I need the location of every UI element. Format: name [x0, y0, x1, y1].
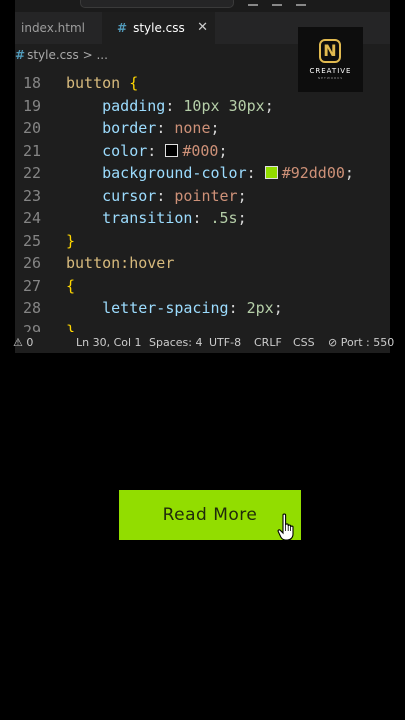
line-content: letter-spacing: 2px;	[66, 297, 283, 319]
code-line: 22 background-color: #92dd00;	[15, 162, 390, 184]
layout-control-icon[interactable]	[296, 0, 306, 6]
layout-control-icon[interactable]	[248, 0, 258, 6]
creative-networks-logo: N CREATIVE NETWORKS	[298, 27, 363, 92]
css-property: letter-spacing	[102, 299, 229, 317]
indentation[interactable]: Spaces: 4	[149, 332, 202, 353]
css-property: border	[102, 119, 157, 137]
line-content: {	[66, 275, 75, 297]
code-line: 27 {	[15, 275, 390, 297]
tab-index-html[interactable]: index.html	[15, 12, 103, 44]
code-line: 28 letter-spacing: 2px;	[15, 297, 390, 319]
hand-pointer-icon	[277, 513, 294, 541]
colon: :	[165, 96, 184, 115]
tab-style-css[interactable]: # style.css ✕	[103, 12, 215, 44]
css-value: 10px	[183, 96, 220, 115]
css-file-icon: #	[15, 48, 26, 62]
line-number: 28	[22, 299, 41, 317]
line-content: background-color: #92dd00;	[66, 162, 354, 184]
line-content: transition: .5s;	[66, 207, 247, 229]
close-brace: }	[66, 231, 76, 250]
breadcrumb-rest[interactable]: > ...	[83, 48, 108, 62]
css-property: transition	[102, 209, 193, 227]
code-line: 20 border: none;	[15, 117, 390, 139]
colon: :	[147, 141, 166, 160]
semicolon: ;	[237, 209, 247, 227]
line-number: 24	[22, 209, 41, 227]
end-of-line[interactable]: CRLF	[254, 332, 282, 353]
cursor-position[interactable]: Ln 30, Col 1	[76, 332, 142, 353]
colon: :	[156, 186, 175, 205]
css-property: background-color	[102, 164, 247, 182]
code-line: 24 transition: .5s;	[15, 207, 390, 229]
logo-word: CREATIVE	[309, 67, 352, 75]
code-line: 23 cursor: pointer;	[15, 185, 390, 207]
close-icon[interactable]: ✕	[197, 12, 208, 44]
semicolon: ;	[237, 186, 247, 205]
logo-mark: N	[319, 39, 341, 63]
line-number: 26	[22, 254, 41, 272]
css-value: 2px	[246, 299, 274, 317]
language-mode[interactable]: CSS	[293, 332, 315, 353]
css-value: 30px	[228, 96, 265, 115]
line-number: 20	[22, 119, 41, 137]
live-server-port[interactable]: ⊘ Port : 550	[328, 332, 394, 353]
line-content: padding: 10px 30px;	[66, 95, 274, 117]
color-swatch	[165, 143, 179, 157]
line-number: 25	[22, 231, 41, 250]
line-content: button {	[66, 72, 138, 94]
code-line: 21 color: #000;	[15, 140, 390, 162]
css-value: #92dd00	[281, 164, 345, 182]
semicolon: ;	[273, 299, 283, 317]
css-property: padding	[102, 96, 166, 115]
line-content: border: none;	[66, 117, 220, 139]
command-center-search[interactable]	[80, 0, 234, 8]
layout-control-icon[interactable]	[272, 0, 282, 6]
read-more-button[interactable]: Read More	[119, 490, 301, 540]
code-line: 25}	[15, 230, 390, 252]
line-number: 21	[22, 141, 41, 160]
problems-indicator[interactable]: ⚠ 0	[13, 332, 33, 353]
open-brace: {	[129, 74, 139, 92]
title-bar	[15, 0, 390, 12]
colon: :	[192, 209, 211, 227]
semicolon: ;	[344, 164, 354, 182]
css-file-icon: #	[117, 21, 128, 35]
css-selector: button	[66, 74, 121, 92]
line-number: 18	[22, 74, 41, 92]
css-value: .5s	[210, 209, 238, 227]
semicolon: ;	[264, 96, 274, 115]
semicolon: ;	[210, 119, 220, 137]
line-content: color: #000;	[66, 140, 228, 162]
encoding[interactable]: UTF-8	[209, 332, 241, 353]
code-line: 26 button:hover	[15, 252, 390, 274]
code-line: 19 padding: 10px 30px;	[15, 95, 390, 117]
tab-label: index.html	[21, 21, 85, 35]
line-content: }	[66, 230, 75, 252]
line-content: cursor: pointer;	[66, 185, 247, 207]
tab-label: style.css	[133, 21, 185, 35]
css-selector: button:hover	[66, 254, 175, 272]
css-property: color	[102, 141, 148, 160]
colon: :	[156, 119, 175, 137]
line-number: 19	[22, 96, 41, 115]
open-brace: {	[66, 276, 76, 295]
css-property: cursor	[102, 186, 157, 205]
logo-sub: NETWORKS	[317, 76, 344, 80]
colon: :	[228, 299, 247, 317]
css-value: none	[174, 119, 211, 137]
status-bar: ⚠ 0 Ln 30, Col 1 Spaces: 4 UTF-8 CRLF CS…	[13, 332, 394, 353]
line-number: 23	[22, 186, 41, 205]
line-number: 22	[22, 164, 41, 182]
line-content: button:hover	[66, 252, 174, 274]
css-value: #000	[182, 141, 219, 160]
semicolon: ;	[218, 141, 228, 160]
css-value: pointer	[174, 186, 238, 205]
breadcrumb-file[interactable]: style.css	[27, 48, 79, 62]
line-number: 27	[22, 276, 41, 295]
color-swatch	[264, 166, 278, 179]
colon: :	[246, 164, 265, 182]
